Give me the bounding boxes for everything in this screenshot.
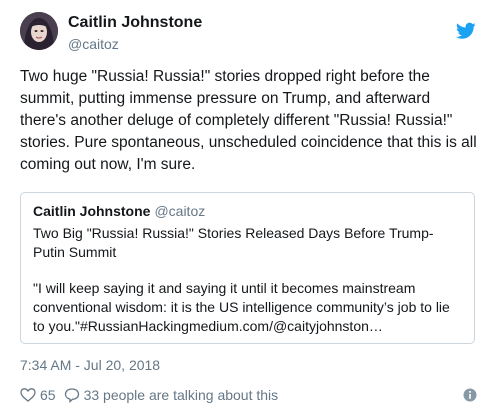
quoted-author: Caitlin Johnstone @caitoz xyxy=(33,203,205,219)
author-handle[interactable]: @caitoz xyxy=(68,36,119,52)
quoted-author-handle: @caitoz xyxy=(154,203,206,219)
tweet-actions: 65 33 people are talking about this xyxy=(20,386,278,404)
tweet-timestamp[interactable]: 7:34 AM - Jul 20, 2018 xyxy=(20,357,160,373)
quoted-tweet[interactable]: Caitlin Johnstone @caitoz Two Big "Russia… xyxy=(20,192,475,344)
quoted-title: Two Big "Russia! Russia!" Stories Releas… xyxy=(33,225,434,260)
like-count[interactable]: 65 xyxy=(40,387,56,403)
tweet-text: Two huge "Russia! Russia!" stories dropp… xyxy=(20,68,477,173)
quoted-body: "I will keep saying it and saying it unt… xyxy=(33,280,450,334)
author-name[interactable]: Caitlin Johnstone xyxy=(68,14,202,32)
speech-bubble-icon[interactable] xyxy=(64,387,80,403)
avatar[interactable] xyxy=(20,12,58,50)
info-icon[interactable] xyxy=(463,388,477,402)
quoted-author-name: Caitlin Johnstone xyxy=(33,203,151,219)
heart-icon[interactable] xyxy=(20,387,36,403)
talking-about-link[interactable]: 33 people are talking about this xyxy=(84,387,279,403)
twitter-bird-icon[interactable] xyxy=(456,22,476,40)
